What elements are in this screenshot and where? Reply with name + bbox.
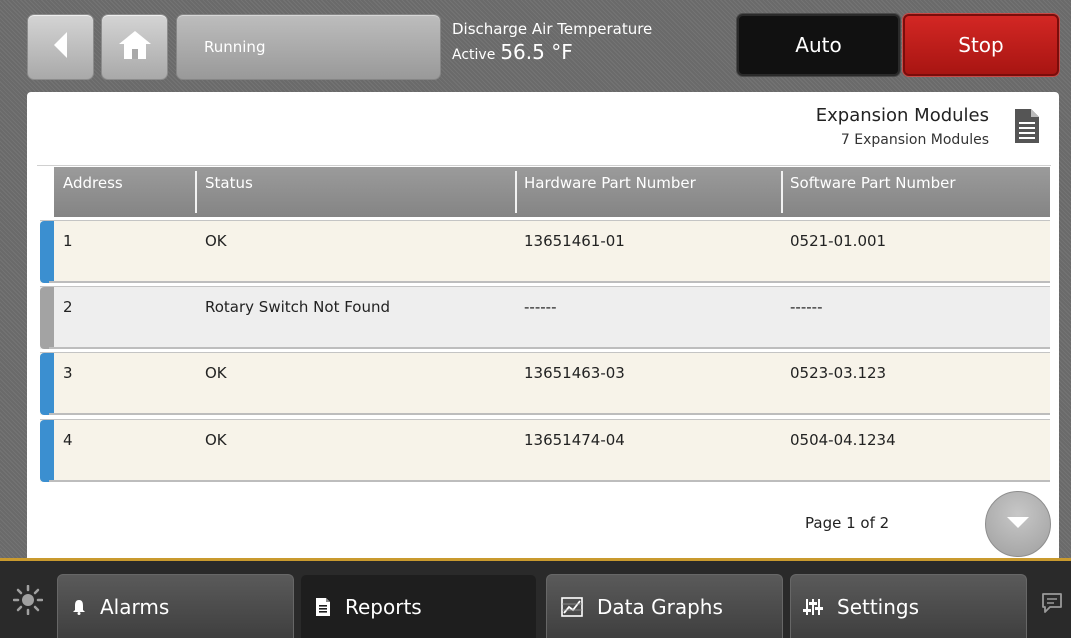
column-hardware: Hardware Part Number: [524, 174, 696, 192]
document-icon: [315, 597, 331, 617]
table-row[interactable]: 1 OK 13651461-01 0521-01.001: [40, 220, 1050, 283]
cell-address: 1: [63, 232, 73, 250]
cell-hardware: ------: [524, 298, 557, 316]
stop-label: Stop: [958, 33, 1004, 57]
tab-reports-label: Reports: [345, 594, 422, 619]
bell-icon: [72, 599, 86, 615]
cell-address: 4: [63, 431, 73, 449]
chevron-down-icon: [1005, 514, 1031, 534]
unit-status-text: Running: [204, 38, 266, 56]
sliders-icon: [803, 598, 823, 616]
unit-status-display: Running: [176, 14, 441, 80]
temperature-value: 56.5 °F: [500, 40, 573, 64]
column-software: Software Part Number: [790, 174, 956, 192]
top-bar: Running Discharge Air Temperature Active…: [0, 0, 1071, 92]
back-arrow-icon: [51, 30, 71, 64]
home-button[interactable]: [101, 14, 168, 80]
cell-status: OK: [205, 364, 227, 382]
table-row[interactable]: 3 OK 13651463-03 0523-03.123: [40, 352, 1050, 415]
auto-label: Auto: [795, 33, 842, 57]
cell-status: OK: [205, 431, 227, 449]
tab-alarms-label: Alarms: [100, 594, 170, 619]
cell-hardware: 13651461-01: [524, 232, 625, 250]
cell-software: 0523-03.123: [790, 364, 887, 382]
tab-settings[interactable]: Settings: [790, 574, 1027, 638]
row-body: 1 OK 13651461-01 0521-01.001: [49, 221, 1050, 283]
brightness-icon[interactable]: [12, 584, 44, 619]
cell-status: Rotary Switch Not Found: [205, 298, 391, 316]
column-status: Status: [205, 174, 253, 192]
tab-data-graphs[interactable]: Data Graphs: [546, 574, 783, 638]
page-title: Expansion Modules: [815, 105, 989, 126]
cell-software: ------: [790, 298, 823, 316]
column-divider: [781, 171, 783, 213]
table-row[interactable]: 4 OK 13651474-04 0504-04.1234: [40, 419, 1050, 482]
cell-hardware: 13651463-03: [524, 364, 625, 382]
cell-software: 0504-04.1234: [790, 431, 896, 449]
chat-bubble-icon[interactable]: [1040, 591, 1064, 619]
page-subtitle: 7 Expansion Modules: [840, 132, 989, 148]
tab-data-graphs-label: Data Graphs: [597, 594, 723, 619]
cell-address: 2: [63, 298, 73, 316]
row-body: 2 Rotary Switch Not Found ------ ------: [49, 287, 1050, 349]
page-indicator: Page 1 of 2: [805, 514, 890, 532]
discharge-air-temperature: Discharge Air Temperature Active 56.5 °F: [452, 20, 652, 64]
table-header: Address Status Hardware Part Number Soft…: [54, 167, 1050, 217]
tab-settings-label: Settings: [837, 594, 920, 619]
report-document-icon[interactable]: [1014, 108, 1040, 148]
column-divider: [195, 171, 197, 213]
row-body: 3 OK 13651463-03 0523-03.123: [49, 353, 1050, 415]
column-divider: [515, 171, 517, 213]
table-row[interactable]: 2 Rotary Switch Not Found ------ ------: [40, 286, 1050, 349]
bottom-navigation: Alarms Reports Data Graphs Settings: [0, 561, 1071, 638]
graph-icon: [561, 596, 583, 617]
stop-button[interactable]: Stop: [903, 14, 1059, 76]
cell-software: 0521-01.001: [790, 232, 887, 250]
row-body: 4 OK 13651474-04 0504-04.1234: [49, 420, 1050, 482]
home-icon: [117, 29, 153, 65]
back-button[interactable]: [27, 14, 94, 80]
header-divider: [37, 165, 1051, 166]
panel-header: Expansion Modules 7 Expansion Modules: [816, 104, 989, 149]
temperature-state: Active: [452, 47, 496, 63]
cell-status: OK: [205, 232, 227, 250]
tab-reports[interactable]: Reports: [300, 574, 537, 638]
tab-alarms[interactable]: Alarms: [57, 574, 294, 638]
cell-address: 3: [63, 364, 73, 382]
column-address: Address: [63, 174, 123, 192]
auto-button[interactable]: Auto: [737, 14, 900, 76]
next-page-button[interactable]: [985, 491, 1051, 557]
expansion-modules-panel: Expansion Modules 7 Expansion Modules Ad…: [27, 92, 1059, 558]
cell-hardware: 13651474-04: [524, 431, 625, 449]
temperature-title: Discharge Air Temperature: [452, 20, 653, 38]
